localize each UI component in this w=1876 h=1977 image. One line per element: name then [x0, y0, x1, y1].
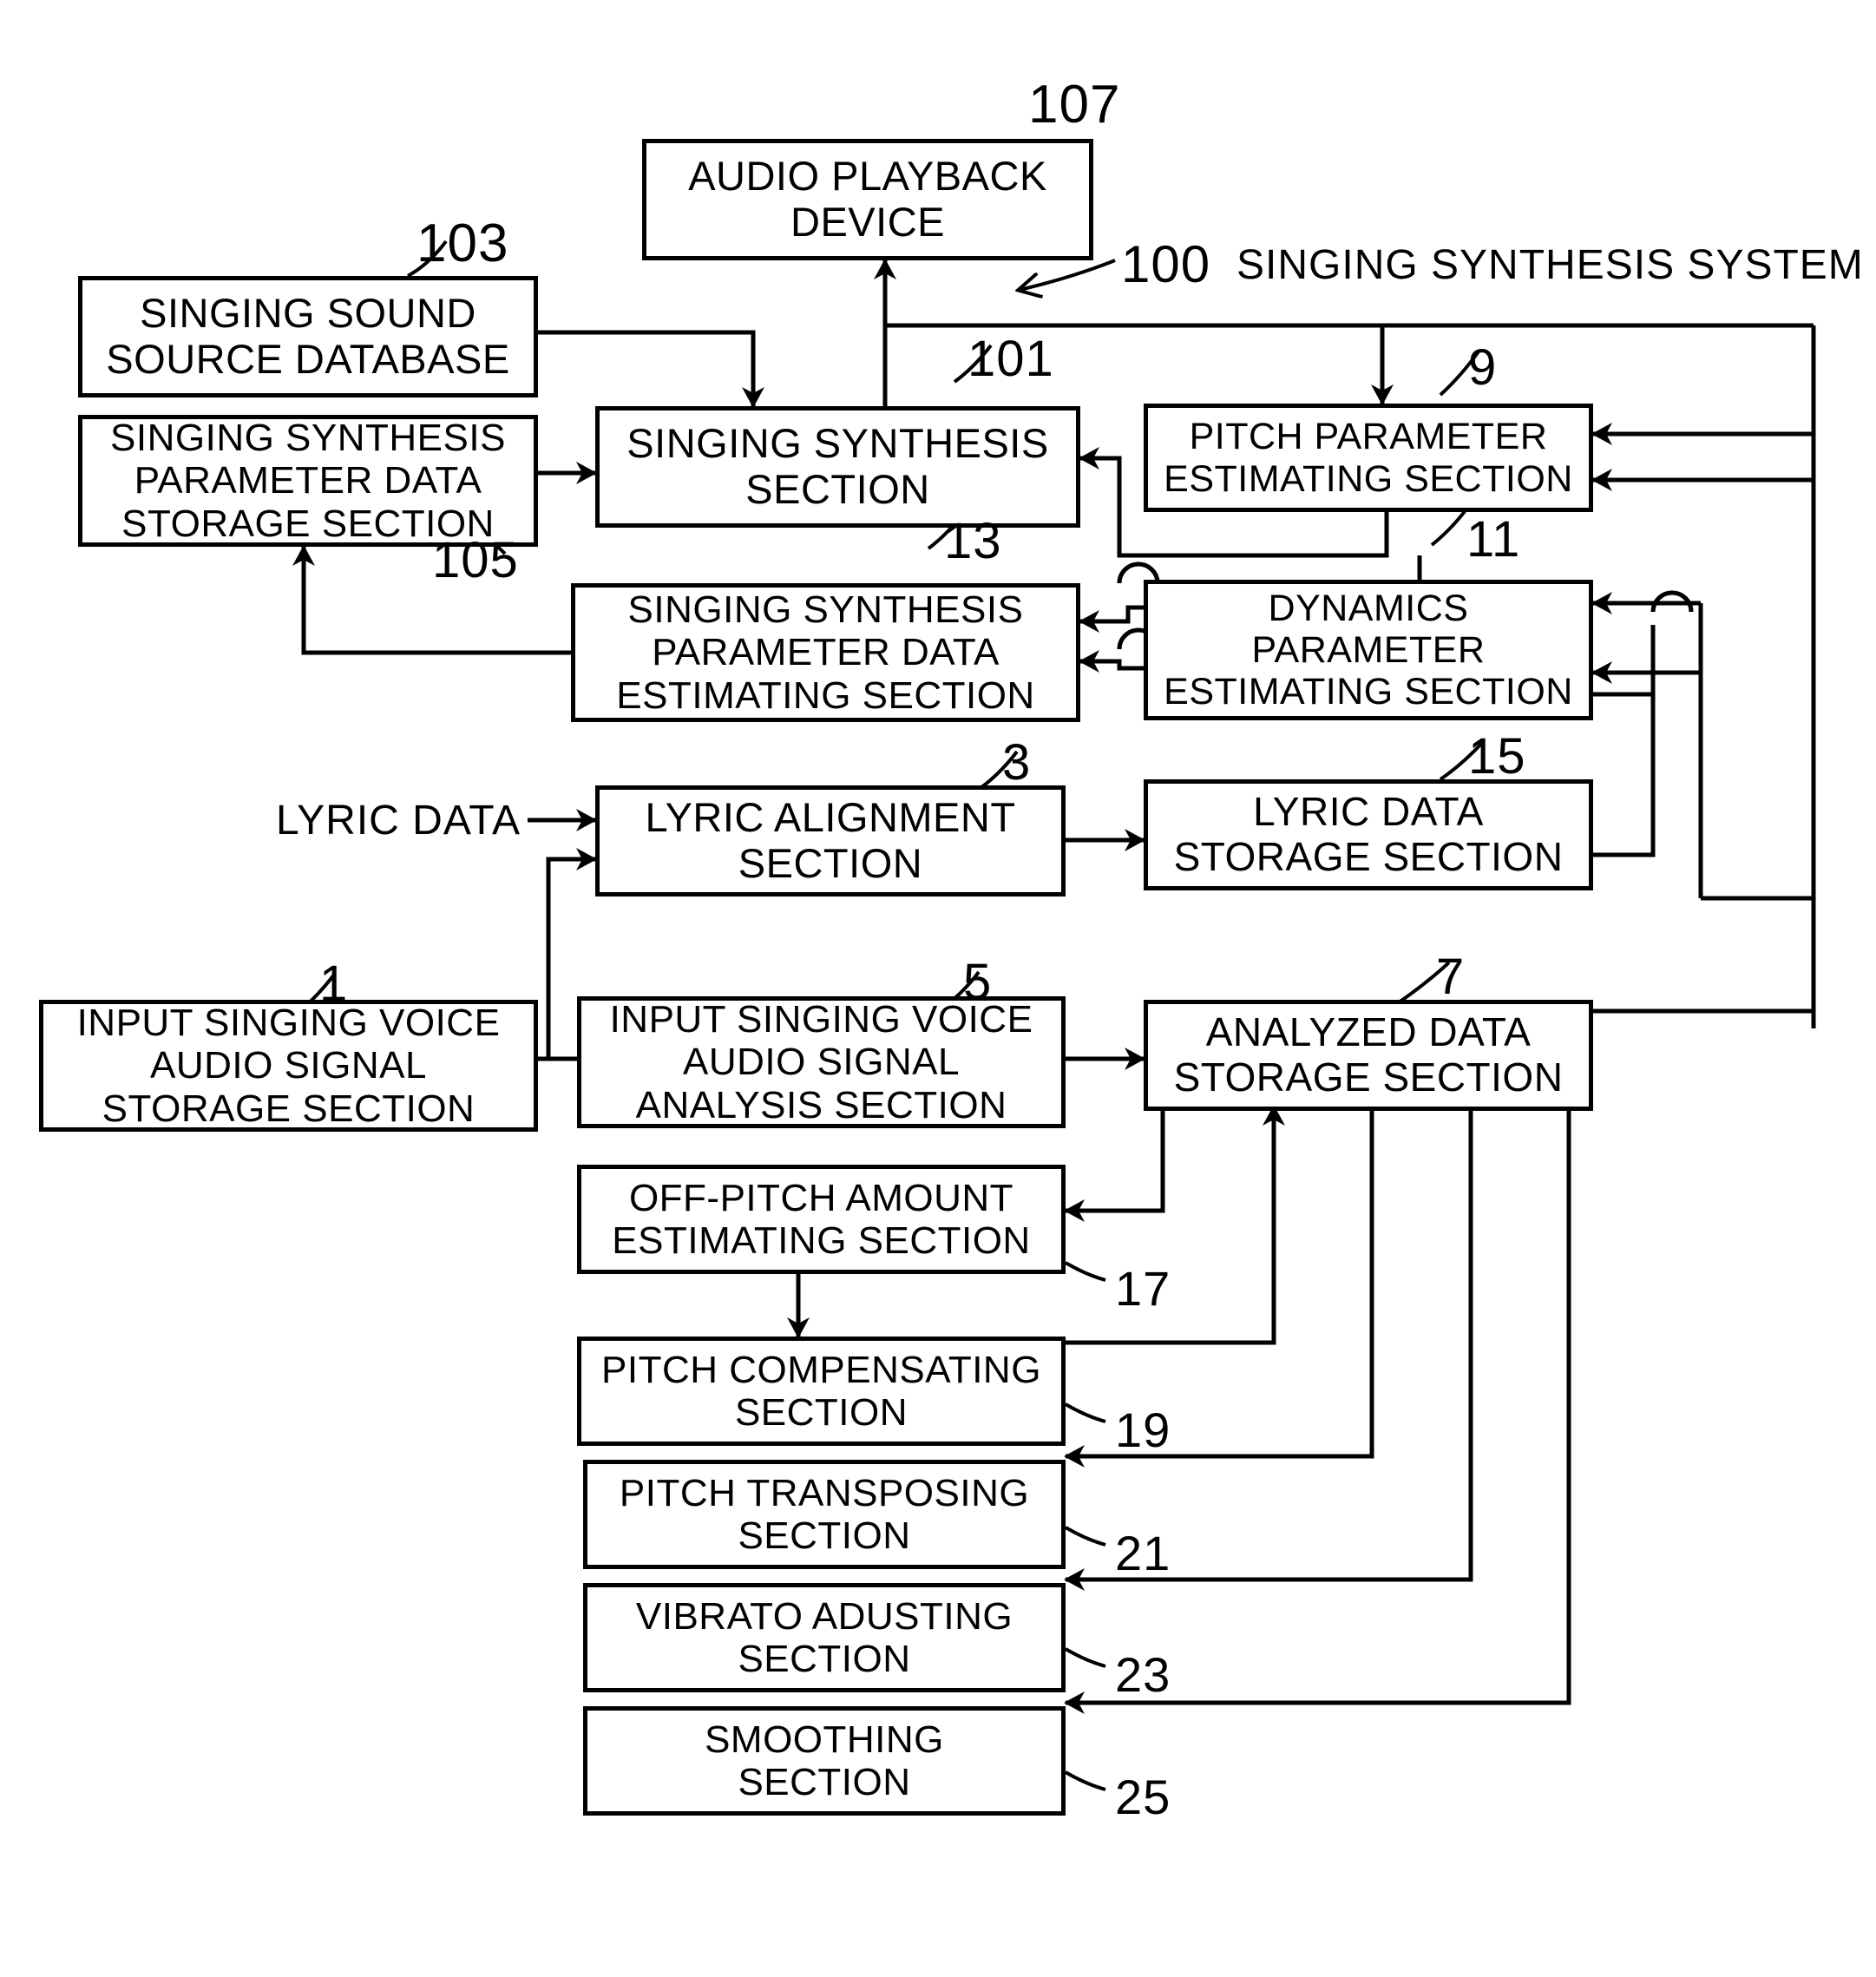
- box-line: AUDIO SIGNAL: [150, 1044, 427, 1087]
- box-line: PITCH TRANSPOSING: [619, 1471, 1030, 1514]
- box-line: SINGING SYNTHESIS: [110, 417, 506, 460]
- box-line: SECTION: [745, 466, 930, 512]
- box-line: ESTIMATING SECTION: [616, 673, 1035, 717]
- box-line: ESTIMATING SECTION: [612, 1219, 1031, 1262]
- box-line: DEVICE: [790, 199, 945, 245]
- wire-dynamics-to-estimating: [1079, 650, 1144, 673]
- box-line: SECTION: [738, 840, 923, 886]
- leader-21: [1064, 1526, 1106, 1547]
- leader-17: [1064, 1261, 1106, 1282]
- box-audio-playback-device[interactable]: AUDIO PLAYBACK DEVICE: [642, 139, 1093, 260]
- box-line: SOURCE DATABASE: [106, 336, 510, 382]
- leader-23: [1064, 1647, 1106, 1668]
- box-singing-synthesis-parameter-data-storage-section[interactable]: SINGING SYNTHESIS PARAMETER DATA STORAGE…: [78, 415, 538, 547]
- ref-numeral-11: 11: [1466, 511, 1521, 568]
- system-title-label: SINGING SYNTHESIS SYSTEM: [1236, 242, 1864, 288]
- box-off-pitch-amount-estimating-section[interactable]: OFF-PITCH AMOUNT ESTIMATING SECTION: [577, 1165, 1066, 1274]
- box-line: PARAMETER DATA: [652, 631, 1000, 674]
- box-analyzed-data-storage-section[interactable]: ANALYZED DATA STORAGE SECTION: [1144, 1000, 1593, 1111]
- ref-numeral-7: 7: [1436, 949, 1466, 1005]
- box-line: ESTIMATING SECTION: [1164, 671, 1573, 713]
- box-vibrato-adusting-section[interactable]: VIBRATO ADUSTING SECTION: [583, 1583, 1066, 1692]
- box-line: PITCH COMPENSATING: [601, 1348, 1041, 1391]
- leader-19: [1064, 1402, 1106, 1423]
- wire-hop-5: [1650, 590, 1694, 613]
- ref-numeral-25: 25: [1115, 1770, 1171, 1824]
- box-line: SINGING SYNTHESIS: [626, 420, 1049, 467]
- box-line: PARAMETER: [1251, 628, 1486, 671]
- ref-numeral-19: 19: [1115, 1402, 1171, 1457]
- box-line: SECTION: [738, 1514, 911, 1557]
- box-line: ANALYZED DATA: [1205, 1009, 1532, 1055]
- box-lyric-data-storage-section[interactable]: LYRIC DATA STORAGE SECTION: [1144, 779, 1593, 890]
- box-line: INPUT SINGING VOICE: [76, 1002, 501, 1045]
- leader-100-arrow: [1020, 259, 1116, 290]
- box-line: STORAGE SECTION: [102, 1087, 476, 1130]
- ref-numeral-100: 100: [1121, 235, 1211, 293]
- leader-25: [1064, 1770, 1106, 1791]
- ref-numeral-107: 107: [1028, 75, 1121, 135]
- ref-numeral-101: 101: [968, 331, 1054, 387]
- ref-numeral-3: 3: [1002, 734, 1032, 791]
- box-pitch-compensating-section[interactable]: PITCH COMPENSATING SECTION: [577, 1337, 1066, 1446]
- box-line: STORAGE SECTION: [1173, 1054, 1564, 1100]
- box-line: SINGING SOUND: [140, 290, 476, 337]
- ref-numeral-21: 21: [1115, 1526, 1171, 1580]
- box-line: DYNAMICS: [1268, 587, 1469, 629]
- ref-numeral-23: 23: [1115, 1647, 1171, 1702]
- box-pitch-transposing-section[interactable]: PITCH TRANSPOSING SECTION: [583, 1460, 1066, 1569]
- ref-numeral-15: 15: [1468, 728, 1526, 785]
- box-input-singing-voice-audio-signal-analysis-section[interactable]: INPUT SINGING VOICE AUDIO SIGNAL ANALYSI…: [577, 996, 1066, 1128]
- wire-analyzed-to-vibrato: [1064, 1107, 1473, 1591]
- lyric-data-input-label: LYRIC DATA: [276, 798, 521, 844]
- ref-numeral-17: 17: [1115, 1261, 1171, 1316]
- box-singing-synthesis-section[interactable]: SINGING SYNTHESIS SECTION: [595, 406, 1080, 528]
- patent-figure-canvas: AUDIO PLAYBACK DEVICE SINGING SOUND SOUR…: [0, 0, 1876, 1977]
- box-lyric-alignment-section[interactable]: LYRIC ALIGNMENT SECTION: [595, 785, 1066, 897]
- box-line: ANALYSIS SECTION: [635, 1083, 1007, 1126]
- box-pitch-parameter-estimating-section[interactable]: PITCH PARAMETER ESTIMATING SECTION: [1144, 404, 1593, 512]
- ref-numeral-1: 1: [319, 956, 349, 1012]
- box-line: SECTION: [738, 1638, 911, 1680]
- box-singing-sound-source-database[interactable]: SINGING SOUND SOURCE DATABASE: [78, 276, 538, 397]
- wire-analyzed-to-transposing: [1064, 1107, 1374, 1468]
- ref-numeral-105: 105: [432, 532, 519, 588]
- box-line: OFF-PITCH AMOUNT: [628, 1176, 1014, 1219]
- box-singing-synthesis-parameter-data-estimating-section[interactable]: SINGING SYNTHESIS PARAMETER DATA ESTIMAT…: [571, 583, 1080, 722]
- ref-numeral-9: 9: [1468, 339, 1498, 396]
- box-dynamics-parameter-estimating-section[interactable]: DYNAMICS PARAMETER ESTIMATING SECTION: [1144, 580, 1593, 720]
- box-line: AUDIO PLAYBACK: [688, 153, 1047, 200]
- box-line: AUDIO SIGNAL: [683, 1041, 960, 1084]
- box-line: LYRIC ALIGNMENT: [645, 794, 1016, 841]
- box-line: SECTION: [734, 1391, 908, 1434]
- ref-numeral-5: 5: [963, 954, 993, 1010]
- box-smoothing-section[interactable]: SMOOTHING SECTION: [583, 1706, 1066, 1816]
- box-line: VIBRATO ADUSTING: [635, 1594, 1013, 1638]
- box-line: SMOOTHING: [705, 1718, 944, 1761]
- box-line: STORAGE SECTION: [1173, 834, 1564, 879]
- ref-numeral-103: 103: [417, 213, 509, 273]
- box-line: ESTIMATING SECTION: [1164, 457, 1573, 500]
- box-line: SINGING SYNTHESIS: [627, 588, 1024, 632]
- box-line: PARAMETER DATA: [134, 459, 482, 502]
- wire-analyzed-to-offpitch: [1064, 1102, 1165, 1222]
- box-line: PITCH PARAMETER: [1189, 416, 1548, 458]
- box-input-singing-voice-audio-signal-storage-section[interactable]: INPUT SINGING VOICE AUDIO SIGNAL STORAGE…: [39, 1000, 538, 1132]
- ref-numeral-13: 13: [944, 513, 1002, 569]
- wire-lyric-right-riser: [1588, 692, 1656, 857]
- box-line: LYRIC DATA: [1253, 789, 1484, 835]
- wire-db-to-synthesis: [538, 330, 764, 408]
- box-line: SECTION: [738, 1761, 911, 1803]
